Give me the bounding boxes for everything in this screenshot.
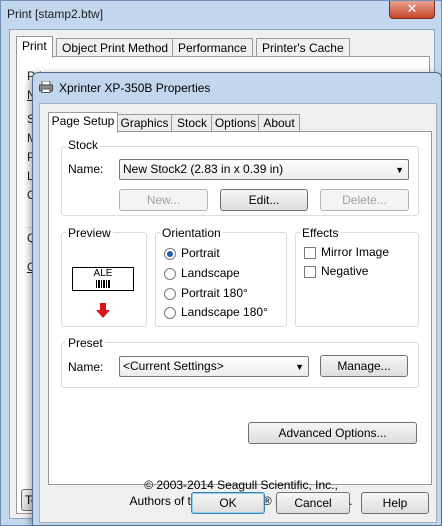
chevron-down-icon: ▼ [395,165,404,175]
portrait-180-radio[interactable] [164,288,176,300]
preset-group: Preset Name: <Current Settings> ▼ Manage… [61,336,419,388]
label-preview-text: ALE [93,268,113,279]
properties-dialog: Xprinter XP-350B Properties Page Setup G… [32,72,442,526]
stock-name-dropdown[interactable]: New Stock2 (2.83 in x 0.39 in) ▼ [119,159,409,180]
stock-name-value: New Stock2 (2.83 in x 0.39 in) [123,162,284,176]
tab-page-setup[interactable]: Page Setup [48,112,118,133]
ok-button[interactable]: OK [191,492,265,514]
landscape-180-radio[interactable] [164,307,176,319]
help-button[interactable]: Help [361,492,429,514]
landscape-180-label[interactable]: Landscape 180° [181,305,268,319]
preset-name-dropdown[interactable]: <Current Settings> ▼ [119,356,309,377]
barcode-icon [96,280,110,288]
page-setup-panel: Stock Name: New Stock2 (2.83 in x 0.39 i… [48,131,432,508]
stock-name-label: Name: [68,162,104,176]
dialog-title: Xprinter XP-350B Properties [59,81,211,95]
portrait-180-label[interactable]: Portrait 180° [181,286,248,300]
tab-printers-cache[interactable]: Printer's Cache [256,38,350,57]
orientation-group-label: Orientation [160,226,223,240]
tab-about[interactable]: About [258,114,300,132]
stock-group-label: Stock [66,138,101,152]
mirror-image-checkbox[interactable] [304,247,316,259]
landscape-radio[interactable] [164,268,176,280]
stock-group: Stock Name: New Stock2 (2.83 in x 0.39 i… [61,138,419,216]
copyright-line-1: © 2003-2014 Seagull Scientific, Inc., [144,478,338,492]
arrow-down-icon [96,303,110,318]
tab-performance[interactable]: Performance [172,38,253,57]
landscape-label[interactable]: Landscape [181,266,240,280]
preset-name-label: Name: [68,360,104,374]
edit-stock-button[interactable]: Edit... [220,189,308,211]
advanced-options-button[interactable]: Advanced Options... [248,422,417,444]
preview-group: Preview ALE [61,226,147,327]
printer-icon [39,81,53,93]
portrait-label[interactable]: Portrait [181,246,220,260]
negative-checkbox[interactable] [304,266,316,278]
new-stock-button[interactable]: New... [119,189,208,211]
cancel-button[interactable]: Cancel [276,492,350,514]
manage-button[interactable]: Manage... [320,355,408,377]
print-window-title: Print [stamp2.btw] [7,7,104,21]
preview-group-label: Preview [66,226,113,240]
tab-options[interactable]: Options [211,114,260,132]
label-preview: ALE [72,267,134,291]
orientation-group: Orientation Portrait Landscape Portrait … [155,226,287,327]
tab-stock[interactable]: Stock [171,114,213,132]
effects-group: Effects Mirror Image Negative [295,226,419,327]
effects-group-label: Effects [300,226,341,240]
tab-object-print-method[interactable]: Object Print Method [56,38,175,57]
preset-name-value: <Current Settings> [123,359,224,373]
tab-graphics[interactable]: Graphics [116,114,173,132]
close-icon[interactable]: ✕ [389,1,435,19]
dialog-client: Page Setup Graphics Stock Options About … [39,103,437,523]
portrait-radio[interactable] [164,248,176,260]
preset-group-label: Preset [66,336,105,350]
mirror-image-label[interactable]: Mirror Image [321,245,389,259]
negative-label[interactable]: Negative [321,264,368,278]
tab-print[interactable]: Print [16,36,53,58]
delete-stock-button[interactable]: Delete... [320,189,409,211]
chevron-down-icon: ▼ [295,362,304,372]
